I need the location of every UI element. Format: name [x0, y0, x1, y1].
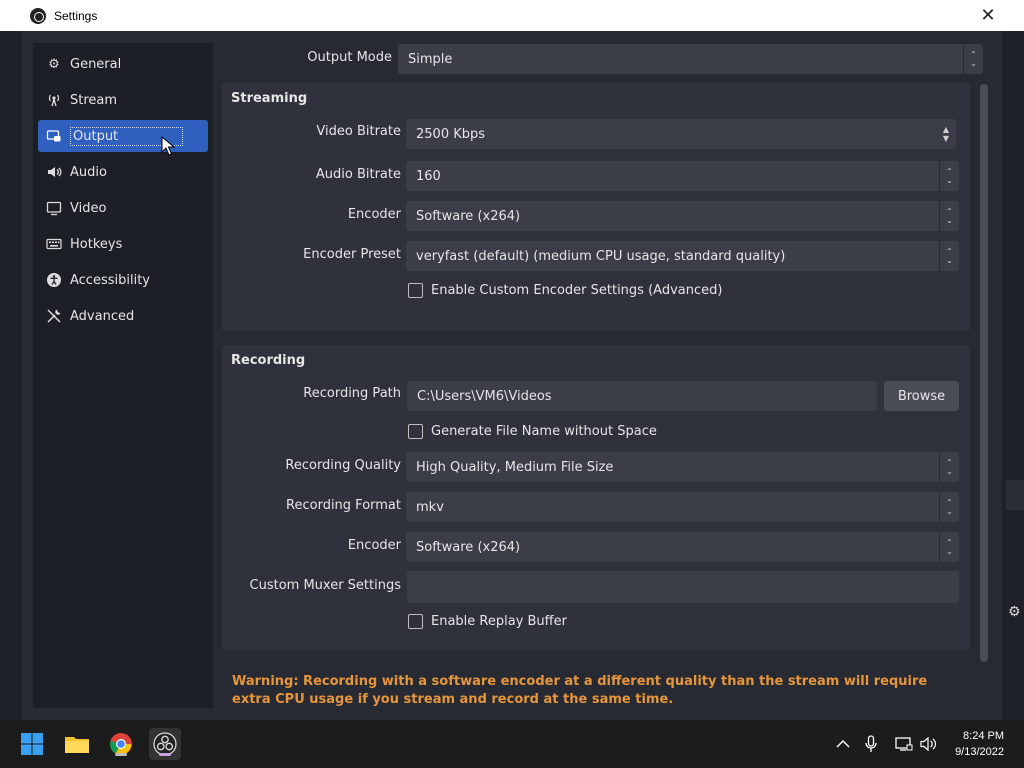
keyboard-icon [46, 236, 62, 252]
recording-path-value: C:\Users\VM6\Videos [417, 388, 552, 404]
recording-format-value: mkv [416, 499, 444, 515]
audio-bitrate-value: 160 [416, 168, 441, 184]
recording-quality-label: Recording Quality [285, 458, 401, 473]
sidebar-item-stream[interactable]: Stream [38, 84, 208, 116]
chevron-updown-icon: ⌃ ⌄ [939, 201, 959, 231]
sidebar-item-label: Hotkeys [70, 236, 123, 252]
sidebar-item-label: Audio [70, 164, 107, 180]
output-icon [46, 128, 62, 144]
chevron-updown-icon: ⌃ ⌄ [963, 44, 983, 74]
windows-start-icon[interactable] [16, 728, 48, 760]
chevron-updown-icon: ⌃ ⌄ [939, 492, 959, 522]
recording-encoder-value: Software (x264) [416, 539, 521, 555]
browse-button[interactable]: Browse [884, 381, 959, 411]
sidebar-item-general[interactable]: ⚙ General [38, 48, 208, 80]
clock-time: 8:24 PM [963, 730, 1004, 742]
video-bitrate-value: 2500 Kbps [416, 126, 486, 142]
sidebar-item-audio[interactable]: Audio [38, 156, 208, 188]
replay-buffer-checkbox[interactable]: Enable Replay Buffer [408, 614, 567, 629]
sidebar-item-label: General [70, 56, 122, 72]
active-indicator [159, 753, 171, 756]
microphone-icon[interactable] [865, 720, 877, 768]
background-panel-peek [1006, 480, 1024, 510]
streaming-encoder-select[interactable]: Software (x264) ⌃ ⌄ [406, 201, 959, 231]
accessibility-icon [46, 272, 62, 288]
chevron-updown-icon: ⌃ ⌄ [939, 161, 959, 191]
obs-logo-icon [30, 7, 46, 24]
close-button[interactable]: ✕ [978, 6, 998, 26]
chevron-updown-icon: ⌃ ⌄ [939, 532, 959, 562]
no-space-label: Generate File Name without Space [431, 424, 657, 439]
recording-path-label: Recording Path [303, 386, 401, 401]
volume-icon[interactable] [920, 720, 938, 768]
spin-arrows-icon[interactable]: ▲ ▼ [936, 119, 956, 149]
video-bitrate-spinbox[interactable]: 2500 Kbps ▲ ▼ [406, 119, 956, 149]
encoder-label: Encoder [347, 207, 401, 222]
window-titlebar: Settings ✕ [0, 0, 1024, 31]
output-mode-value: Simple [408, 51, 453, 67]
running-indicator [115, 753, 127, 756]
obs-taskbar-icon[interactable] [149, 728, 181, 760]
custom-muxer-input[interactable] [407, 571, 959, 603]
encoder-preset-label: Encoder Preset [303, 247, 401, 262]
sidebar-item-label: Stream [70, 92, 118, 108]
chrome-icon[interactable] [105, 728, 137, 760]
sidebar-item-video[interactable]: Video [38, 192, 208, 224]
checkbox-box[interactable] [408, 283, 423, 298]
chevron-updown-icon: ⌃ ⌄ [939, 241, 959, 271]
sidebar-item-advanced[interactable]: Advanced [38, 300, 208, 332]
window-title: Settings [54, 8, 98, 23]
settings-scrollbar[interactable] [980, 84, 988, 662]
sidebar-item-accessibility[interactable]: Accessibility [38, 264, 208, 296]
recording-quality-select[interactable]: High Quality, Medium File Size ⌃ ⌄ [406, 452, 959, 482]
streaming-section-title: Streaming [231, 91, 308, 106]
broadcast-icon [46, 92, 62, 108]
encoder-preset-value: veryfast (default) (medium CPU usage, st… [416, 248, 786, 264]
tray-chevron-up-icon[interactable] [836, 720, 850, 768]
sidebar-item-label: Accessibility [70, 272, 150, 288]
settings-sidebar: ⚙ General Stream Output Audio Video Hotk… [33, 43, 213, 708]
streaming-encoder-value: Software (x264) [416, 208, 521, 224]
output-mode-select[interactable]: Simple ⌃ ⌄ [398, 44, 983, 74]
sidebar-item-output[interactable]: Output [38, 120, 208, 152]
video-bitrate-label: Video Bitrate [316, 124, 401, 139]
output-mode-label: Output Mode [307, 50, 392, 65]
encoder-warning-text: Warning: Recording with a software encod… [232, 674, 928, 707]
encoder-preset-select[interactable]: veryfast (default) (medium CPU usage, st… [406, 241, 959, 271]
recording-path-input[interactable]: C:\Users\VM6\Videos [407, 381, 877, 411]
checkbox-box[interactable] [408, 614, 423, 629]
recording-encoder-label: Encoder [347, 538, 401, 553]
taskbar-clock[interactable]: 8:24 PM 9/13/2022 [955, 728, 1004, 760]
speaker-icon [46, 164, 62, 180]
windows-taskbar: 8:24 PM 9/13/2022 [0, 720, 1024, 768]
recording-section-title: Recording [231, 353, 306, 368]
sidebar-item-label: Video [70, 200, 107, 216]
obs-main-window-left-edge [0, 31, 22, 721]
network-icon[interactable] [895, 720, 913, 768]
replay-buffer-label: Enable Replay Buffer [431, 614, 567, 629]
custom-encoder-checkbox[interactable]: Enable Custom Encoder Settings (Advanced… [408, 283, 722, 298]
recording-quality-value: High Quality, Medium File Size [416, 459, 614, 475]
custom-encoder-label: Enable Custom Encoder Settings (Advanced… [431, 283, 723, 298]
file-explorer-icon[interactable] [61, 728, 93, 760]
checkbox-box[interactable] [408, 424, 423, 439]
recording-format-select[interactable]: mkv ⌃ ⌄ [406, 492, 959, 522]
chevron-updown-icon: ⌃ ⌄ [939, 452, 959, 482]
custom-muxer-label: Custom Muxer Settings [249, 578, 401, 593]
recording-format-label: Recording Format [286, 498, 401, 513]
audio-bitrate-select[interactable]: 160 ⌃ ⌄ [406, 161, 959, 191]
audio-bitrate-label: Audio Bitrate [315, 167, 401, 182]
tools-icon [46, 308, 62, 324]
gear-icon: ⚙ [48, 56, 60, 72]
sidebar-item-hotkeys[interactable]: Hotkeys [38, 228, 208, 260]
no-space-checkbox[interactable]: Generate File Name without Space [408, 424, 657, 439]
clock-date: 9/13/2022 [955, 746, 1004, 758]
recording-encoder-select[interactable]: Software (x264) ⌃ ⌄ [406, 532, 959, 562]
gear-icon: ⚙ [1008, 604, 1021, 620]
monitor-icon [46, 200, 62, 216]
sidebar-item-label: Advanced [70, 308, 135, 324]
